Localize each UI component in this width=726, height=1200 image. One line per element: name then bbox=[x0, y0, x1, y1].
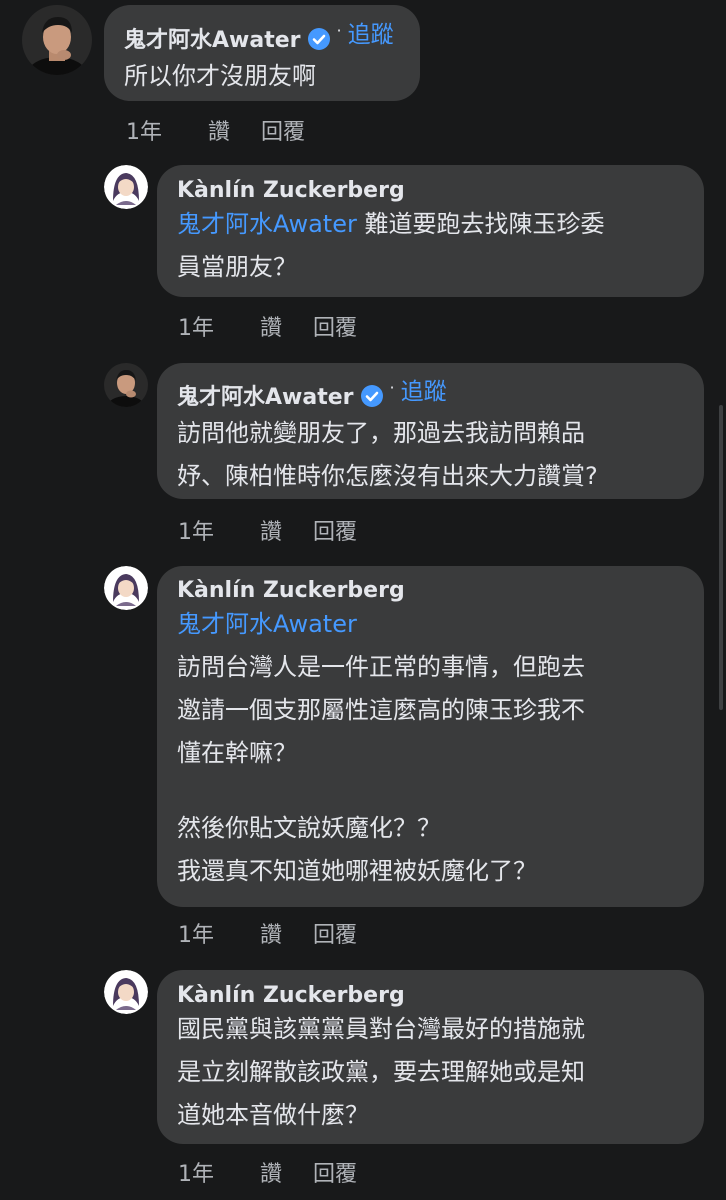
comment-text-line: 邀請一個支那屬性這麼高的陳玉珍我不 bbox=[177, 696, 585, 724]
comment-text-line: 妤、陳柏惟時你怎麼沒有出來大力讚賞? bbox=[177, 462, 598, 490]
comment-author[interactable]: Kànlín Zuckerberg bbox=[177, 178, 405, 203]
comment-text-line: 然後你貼文說妖魔化？？ bbox=[177, 814, 441, 842]
comment-actions: 1年讚回覆 bbox=[126, 114, 305, 146]
like-button[interactable]: 讚 bbox=[260, 917, 313, 949]
timestamp-link[interactable]: 1年 bbox=[178, 310, 260, 342]
comment-actions: 1年讚回覆 bbox=[178, 1156, 357, 1188]
comment-bubble: 鬼才阿水Awater · 追蹤 訪問他就變朋友了，那過去我訪問賴品 妤、陳柏惟時… bbox=[157, 363, 704, 499]
reply-button[interactable]: 回覆 bbox=[313, 917, 357, 949]
comment-actions: 1年讚回覆 bbox=[178, 514, 357, 546]
comment-actions: 1年讚回覆 bbox=[178, 917, 357, 949]
comment-bubble: 鬼才阿水Awater · 追蹤 所以你才沒朋友啊 bbox=[104, 5, 420, 101]
reply-button[interactable]: 回覆 bbox=[313, 1156, 357, 1188]
comment-thread: 鬼才阿水Awater · 追蹤 所以你才沒朋友啊 1年讚回覆 Kànlín Zu… bbox=[0, 0, 726, 1200]
comment-text-line: 道她本音做什麼？ bbox=[177, 1101, 369, 1129]
comment-text-line: 難道要跑去找陳玉珍委 bbox=[364, 210, 605, 238]
comment-bubble: Kànlín Zuckerberg 鬼才阿水Awater 難道要跑去找陳玉珍委 … bbox=[157, 165, 704, 297]
comment-text-line: 是立刻解散該政黨，要去理解她或是知 bbox=[177, 1058, 585, 1086]
timestamp-link[interactable]: 1年 bbox=[178, 514, 260, 546]
reply-button[interactable]: 回覆 bbox=[313, 310, 357, 342]
comment-text-line: 國民黨與該黨黨員對台灣最好的措施就 bbox=[177, 1015, 585, 1043]
comment-actions: 1年讚回覆 bbox=[178, 310, 357, 342]
like-button[interactable]: 讚 bbox=[260, 310, 313, 342]
comment-bubble: Kànlín Zuckerberg 國民黨與該黨黨員對台灣最好的措施就 是立刻解… bbox=[157, 970, 704, 1144]
comment-bubble: Kànlín Zuckerberg 鬼才阿水Awater 訪問台灣人是一件正常的… bbox=[157, 566, 704, 907]
like-button[interactable]: 讚 bbox=[208, 114, 261, 146]
avatar-kanlin[interactable] bbox=[104, 970, 148, 1014]
timestamp-link[interactable]: 1年 bbox=[178, 917, 260, 949]
timestamp-link[interactable]: 1年 bbox=[178, 1156, 260, 1188]
comment-text-line: 我還真不知道她哪裡被妖魔化了？ bbox=[177, 857, 537, 885]
separator-dot: · bbox=[389, 377, 395, 397]
timestamp-link[interactable]: 1年 bbox=[126, 114, 208, 146]
separator-dot: · bbox=[336, 20, 342, 40]
comment-author[interactable]: 鬼才阿水Awater bbox=[177, 379, 353, 411]
comment-author[interactable]: Kànlín Zuckerberg bbox=[177, 578, 405, 603]
scrollbar-thumb[interactable] bbox=[719, 405, 723, 710]
comment-text-line: 懂在幹嘛？ bbox=[177, 739, 297, 767]
verified-badge-icon bbox=[361, 385, 384, 407]
mention-link-line: 鬼才阿水Awater bbox=[177, 603, 684, 646]
reply-button[interactable]: 回覆 bbox=[313, 514, 357, 546]
avatar-kanlin[interactable] bbox=[104, 566, 148, 610]
comment-text: 所以你才沒朋友啊 bbox=[124, 62, 316, 90]
verified-badge-icon bbox=[308, 28, 331, 50]
comment-text-line: 員當朋友？ bbox=[177, 253, 297, 281]
follow-button[interactable]: 追蹤 bbox=[348, 15, 394, 49]
like-button[interactable]: 讚 bbox=[260, 1156, 313, 1188]
comment-text-line bbox=[177, 775, 684, 807]
avatar-kanlin[interactable] bbox=[104, 165, 148, 209]
reply-button[interactable]: 回覆 bbox=[261, 114, 305, 146]
follow-button[interactable]: 追蹤 bbox=[401, 372, 447, 406]
comment-author[interactable]: Kànlín Zuckerberg bbox=[177, 983, 405, 1008]
like-button[interactable]: 讚 bbox=[260, 514, 313, 546]
comment-text: 鬼才阿水Awater 難道要跑去找陳玉珍委 bbox=[177, 203, 684, 246]
mention-link[interactable]: 鬼才阿水Awater bbox=[177, 610, 357, 638]
comment-text-line: 訪問台灣人是一件正常的事情，但跑去 bbox=[177, 653, 585, 681]
mention-link[interactable]: 鬼才阿水Awater bbox=[177, 210, 357, 238]
comment-text-line: 訪問他就變朋友了，那過去我訪問賴品 bbox=[177, 419, 585, 447]
avatar-awater[interactable] bbox=[22, 5, 92, 75]
comment-author[interactable]: 鬼才阿水Awater bbox=[124, 22, 300, 54]
avatar-awater[interactable] bbox=[104, 363, 148, 407]
